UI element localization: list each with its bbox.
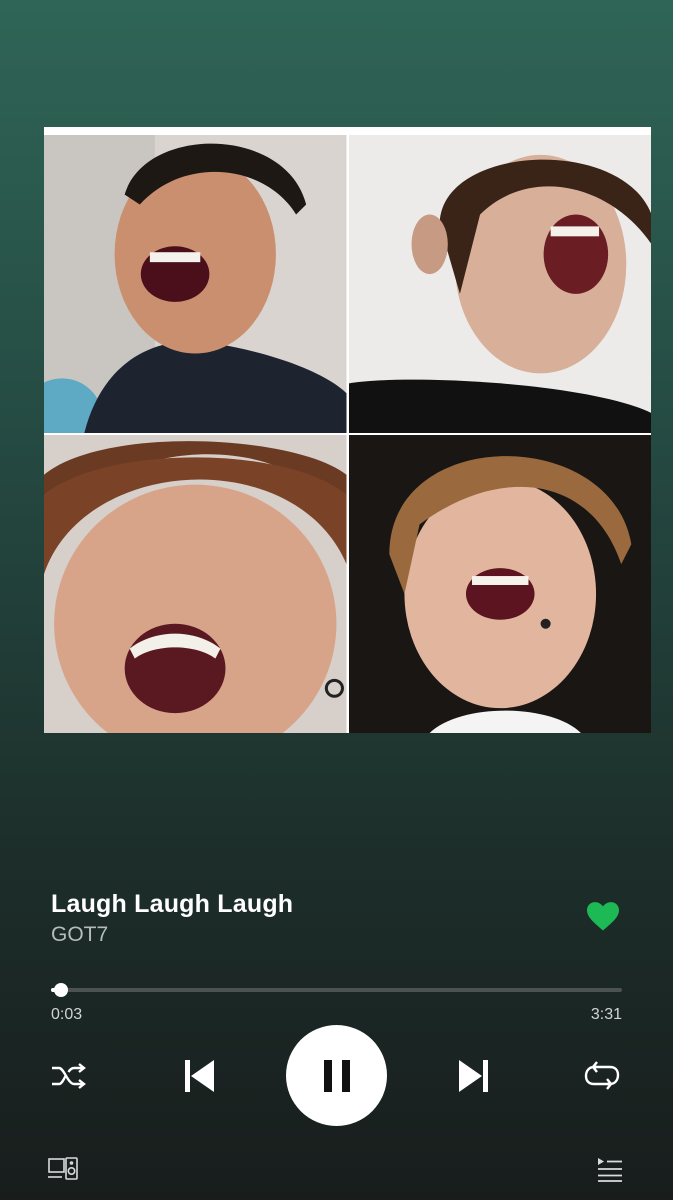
repeat-icon xyxy=(584,1061,620,1090)
total-duration: 3:31 xyxy=(590,1006,622,1023)
album-art-tile xyxy=(44,135,347,433)
track-info: Laugh Laugh Laugh GOT7 xyxy=(51,890,621,950)
previous-icon xyxy=(185,1060,214,1092)
devices-button[interactable] xyxy=(46,1155,80,1183)
next-icon xyxy=(459,1060,488,1092)
repeat-button[interactable] xyxy=(581,1058,623,1094)
album-art-tile xyxy=(348,135,651,433)
progress-handle[interactable] xyxy=(53,983,68,997)
elapsed-time: 0:03 xyxy=(51,1006,83,1023)
track-title: Laugh Laugh Laugh xyxy=(51,890,294,918)
heart-icon[interactable] xyxy=(585,900,621,932)
album-artwork xyxy=(44,127,651,733)
album-art-tile xyxy=(348,435,651,733)
queue-icon xyxy=(598,1158,622,1182)
shuffle-button[interactable] xyxy=(48,1058,90,1094)
queue-button[interactable] xyxy=(593,1155,627,1183)
pause-button[interactable] xyxy=(286,1025,387,1126)
track-artist[interactable]: GOT7 xyxy=(51,923,621,947)
devices-icon xyxy=(48,1157,78,1180)
next-button[interactable] xyxy=(453,1057,495,1095)
shuffle-icon xyxy=(52,1063,86,1089)
album-art-tile xyxy=(44,435,347,733)
progress-bar[interactable] xyxy=(51,983,622,997)
previous-button[interactable] xyxy=(178,1057,220,1095)
pause-icon xyxy=(323,1059,350,1092)
